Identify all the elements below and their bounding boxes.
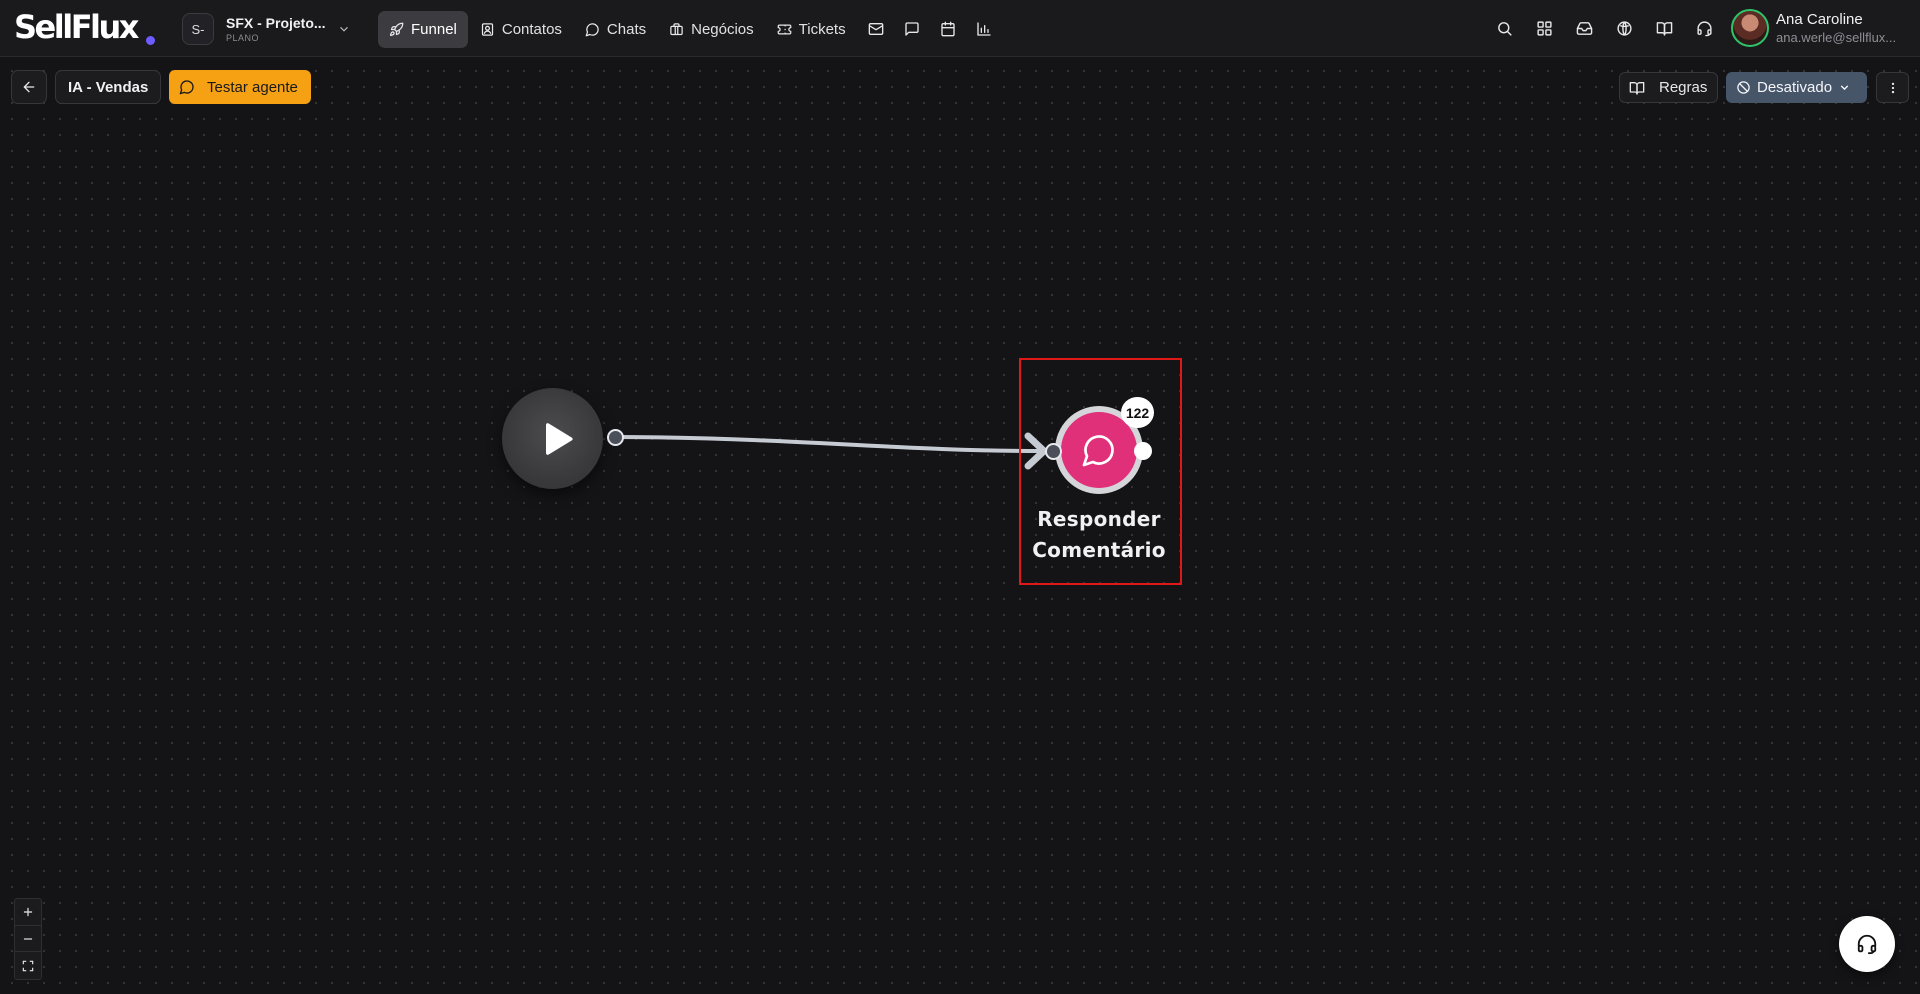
arrow-left-icon [23,81,35,93]
node-label: Responder Comentário [1020,504,1178,566]
chevron-down-icon [1840,85,1849,91]
fit-view-icon [22,960,34,971]
more-options-button[interactable] [1876,72,1909,103]
rocket-icon [389,22,404,36]
main-nav: Funnel Contatos Chats Negócios Tickets [378,10,1002,48]
test-agent-label: Testar agente [207,78,298,96]
search-icon [1497,22,1512,36]
chat-bubble-icon [585,22,599,36]
nav-calendar-button[interactable] [930,11,966,48]
headset-icon [1696,21,1712,37]
nav-mail-button[interactable] [858,11,894,48]
nav-funnel[interactable]: Funnel [378,10,468,48]
book-icon [1629,81,1645,95]
node-output-port[interactable] [1134,442,1152,460]
logo-dot [146,36,155,45]
nav-negocios-label: Negócios [691,20,754,38]
status-dropdown[interactable]: Desativado [1726,72,1867,103]
nav-chats[interactable]: Chats [574,11,657,48]
support-header-button[interactable] [1684,10,1724,47]
support-chat-button[interactable] [1839,916,1895,972]
status-label: Desativado [1757,79,1833,96]
play-icon [545,422,573,455]
chat-bubble-icon [179,80,194,95]
zoom-out-icon [23,937,33,940]
message-square-icon [904,22,919,36]
nav-contatos-label: Contatos [501,20,562,38]
headset-icon [1857,934,1877,955]
mail-icon [868,23,883,35]
nav-chats-label: Chats [606,20,647,38]
flow-canvas[interactable] [0,57,1920,994]
zoom-in-button[interactable] [15,899,41,926]
apps-grid-button[interactable] [1524,10,1564,47]
ticket-icon [777,24,792,34]
grid-icon [1536,21,1552,36]
avatar [1731,9,1769,47]
rules-button[interactable]: Regras [1619,72,1718,103]
user-name: Ana Caroline [1776,11,1863,28]
chevron-down-icon [340,26,348,32]
nav-funnel-label: Funnel [411,20,457,38]
zoom-in-icon [23,907,33,916]
globe-button[interactable] [1604,10,1644,47]
nav-reports-button[interactable] [966,11,1002,48]
back-button[interactable] [11,70,47,104]
nav-tickets[interactable]: Tickets [766,11,857,48]
count-badge: 122 [1121,397,1154,428]
ban-icon [1737,81,1750,94]
globe-icon [1616,21,1632,36]
project-plan: PLANO [226,32,260,43]
project-avatar: S- [182,13,214,45]
node-input-port[interactable] [1045,443,1062,460]
search-button[interactable] [1484,10,1524,47]
zoom-out-button[interactable] [15,926,41,953]
user-menu[interactable]: Ana Caroline ana.werle@sellflux... [1731,9,1898,47]
zoom-controls [14,898,42,980]
book-icon [1656,22,1672,36]
docs-button[interactable] [1644,10,1684,47]
project-name: SFX - Projeto... [226,14,326,31]
briefcase-icon [670,22,683,35]
nav-tickets-label: Tickets [798,20,846,38]
rules-label: Regras [1659,79,1708,96]
sellflux-logo[interactable]: SellFlux [14,8,139,46]
top-navbar: SellFlux S- SFX - Projeto... PLANO Funne… [0,0,1920,57]
user-email: ana.werle@sellflux... [1776,30,1897,45]
nav-contatos[interactable]: Contatos [469,11,573,48]
node-label-line1: Responder [1037,507,1161,531]
nav-messages-button[interactable] [894,11,930,48]
start-node[interactable] [502,388,603,489]
start-output-port[interactable] [607,429,624,446]
more-vertical-icon [1891,82,1894,93]
calendar-icon [940,21,955,37]
message-circle-icon [1082,435,1114,467]
inbox-button[interactable] [1564,10,1604,47]
node-label-line2: Comentário [1032,538,1166,562]
nav-negocios[interactable]: Negócios [658,11,765,48]
test-agent-button[interactable]: Testar agente [169,70,311,104]
contacts-icon [481,22,493,36]
bar-chart-icon [976,22,991,36]
header-actions [1484,10,1724,47]
project-selector[interactable]: S- SFX - Projeto... PLANO [182,11,352,47]
fit-view-button[interactable] [15,952,41,979]
agent-name[interactable]: IA - Vendas [55,70,162,104]
inbox-icon [1576,22,1592,35]
